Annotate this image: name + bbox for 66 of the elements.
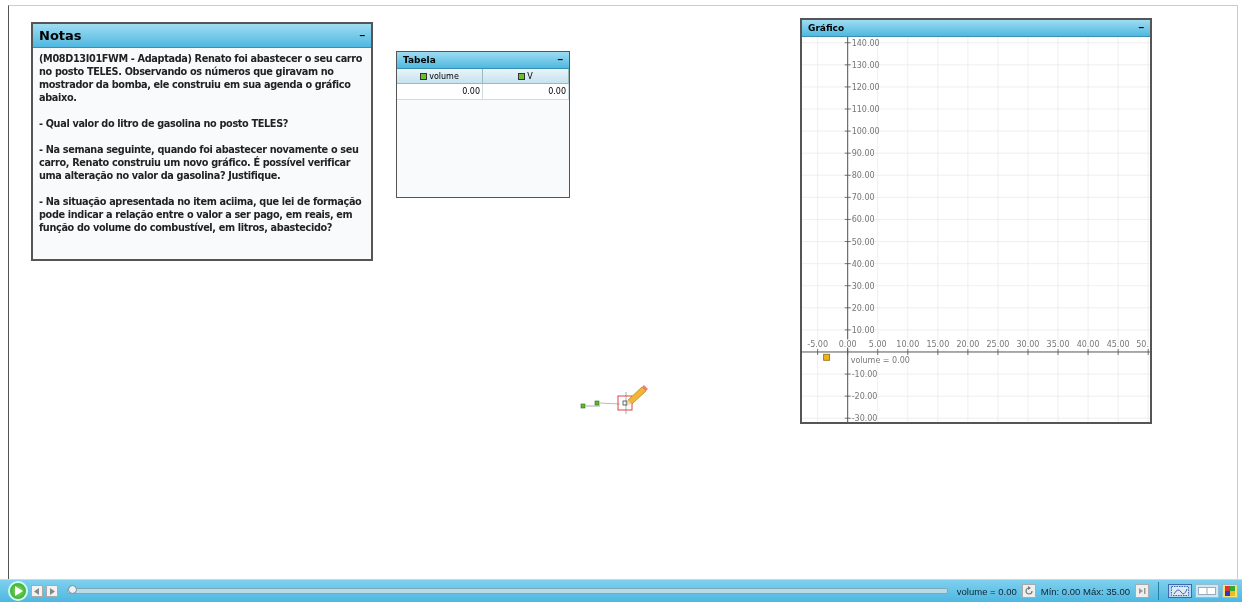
play-button[interactable] <box>8 581 28 601</box>
tick-label: 50.00 <box>851 237 875 247</box>
tick-label: 35.00 <box>1046 340 1070 349</box>
table-icon <box>1198 586 1216 596</box>
minimize-button[interactable]: – <box>557 55 563 65</box>
panel-title: Tabela <box>403 55 436 65</box>
tick-label: 120.00 <box>851 82 880 92</box>
color-grid-icon <box>1225 586 1235 596</box>
table-cell: 0.00 <box>483 84 569 100</box>
data-point[interactable] <box>823 353 831 361</box>
tick-label: 10.00 <box>896 340 920 349</box>
tick-label: 5.00 <box>868 340 887 349</box>
tick-label: 100.00 <box>851 127 880 137</box>
column-header[interactable]: volume <box>397 69 483 84</box>
column-label: volume <box>429 71 459 81</box>
tick-label: -20.00 <box>851 392 878 402</box>
tick-label: 30.00 <box>1016 340 1040 349</box>
panel-title: Gráfico <box>808 23 845 33</box>
point-label: volume = 0.00 <box>850 356 910 366</box>
minimize-button[interactable]: – <box>359 30 365 41</box>
tick-label: 15.00 <box>926 340 950 349</box>
variable-value: volume = 0.00 <box>956 585 1017 597</box>
left-arrow-icon <box>34 587 40 595</box>
tick-label: 40.00 <box>1076 340 1100 349</box>
panel-title: Notas <box>39 28 82 43</box>
refresh-icon <box>1023 586 1034 596</box>
tick-label: 20.00 <box>851 303 875 313</box>
right-arrow-icon <box>49 587 55 595</box>
table-cell: 0.00 <box>397 84 483 100</box>
play-icon <box>12 585 24 597</box>
column-label: V <box>527 71 533 81</box>
note-paragraph: (M08D13I01FWM - Adaptada) Renato foi abastecer o seu carro no posto TELES. Observando os números que giravam no mostrador da bomba, ele construiu em sua agenda o gráfico abaixo. <box>39 52 364 104</box>
tick-label: 60.00 <box>851 215 875 225</box>
tick-label: 70.00 <box>851 193 875 203</box>
tick-label: -5.00 <box>807 340 828 349</box>
note-paragraph: - Qual valor do litro de gasolina no posto TELES? <box>39 117 290 130</box>
reset-button[interactable] <box>1021 584 1036 598</box>
range-text: Mín: 0.00 Máx: 35.00 <box>1040 585 1130 597</box>
tick-label: 30.00 <box>851 281 875 291</box>
minimize-button[interactable]: – <box>1138 23 1144 33</box>
column-header[interactable]: V <box>483 69 569 84</box>
tick-label: 45.00 <box>1106 340 1130 349</box>
tick-label: -30.00 <box>851 414 878 422</box>
end-button[interactable] <box>1135 584 1149 598</box>
tick-label: 40.00 <box>851 259 875 269</box>
tick-label: -10.00 <box>851 370 878 380</box>
step-forward-button[interactable] <box>46 585 58 597</box>
graph-icon <box>1171 586 1189 596</box>
tick-label: 110.00 <box>851 105 880 114</box>
graph-view-button[interactable] <box>1168 584 1192 598</box>
tick-label: 50. <box>1136 340 1149 349</box>
slider-thumb[interactable] <box>68 585 77 594</box>
note-paragraph: - Na semana seguinte, quando foi abastecer novamente o seu carro, Renato construiu um novo gráfico. É possível verificar uma alteração no valor da gasolina? Justifique. <box>39 143 360 182</box>
tick-label: 130.00 <box>851 60 880 70</box>
tick-label: 10.00 <box>851 325 875 335</box>
timeline-slider[interactable] <box>67 588 948 594</box>
tick-label: 80.00 <box>851 171 875 181</box>
tick-label: 25.00 <box>986 340 1010 349</box>
tick-label: 140.00 <box>851 38 880 48</box>
tick-label: 90.00 <box>851 149 875 159</box>
tick-label: 20.00 <box>956 340 980 349</box>
skip-end-icon <box>1138 587 1146 595</box>
slider-widget-drawing[interactable] <box>580 384 650 414</box>
note-paragraph: - Na situação apresentada no item aciima, que lei de formação pode indicar a relação entre o valor a ser pago, em reais, em função do volume do combustível, em litros, abastecido? <box>39 195 363 234</box>
step-back-button[interactable] <box>31 585 43 597</box>
grid-view-button[interactable] <box>1222 584 1238 598</box>
